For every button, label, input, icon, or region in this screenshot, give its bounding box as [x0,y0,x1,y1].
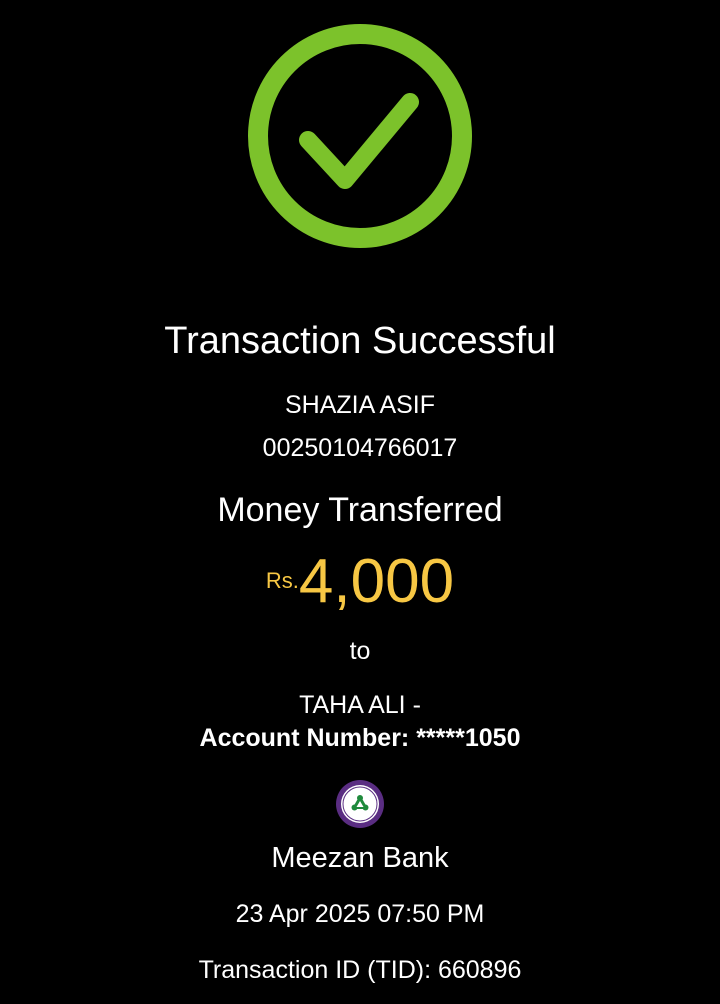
money-transferred-label: Money Transferred [217,491,503,529]
bank-name: Meezan Bank [271,842,449,874]
transaction-receipt-screen: Transaction Successful SHAZIA ASIF 00250… [0,0,720,1004]
amount-display: Rs.4,000 [0,546,720,618]
page-title: Transaction Successful [164,320,556,362]
amount-value: 4,000 [298,547,455,616]
currency-symbol: Rs. [265,568,299,593]
transaction-id: Transaction ID (TID): 660896 [198,956,522,984]
transaction-datetime: 23 Apr 2025 07:50 PM [235,900,485,928]
recipient-name: TAHA ALI - [299,691,421,719]
sender-account-number: 00250104766017 [262,434,458,462]
to-label: to [349,637,371,665]
meezan-bank-logo-icon [335,779,385,829]
sender-name: SHAZIA ASIF [284,391,436,419]
check-circle-icon [246,22,474,250]
recipient-account-number: Account Number: *****1050 [199,724,521,752]
